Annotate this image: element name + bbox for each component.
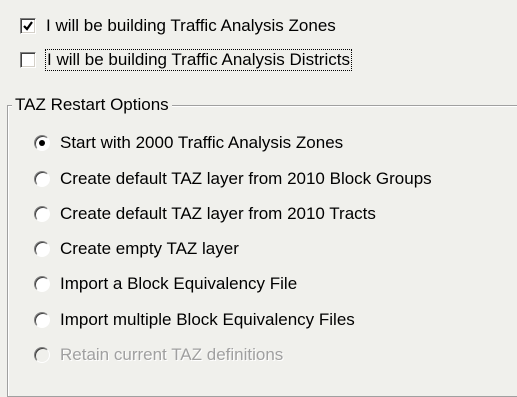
radio-button[interactable] <box>34 241 50 257</box>
build-districts-label: I will be building Traffic Analysis Dist… <box>45 49 352 71</box>
radio-import-block-equivalency[interactable]: Import a Block Equivalency File <box>34 273 297 295</box>
build-districts-checkbox-row[interactable]: I will be building Traffic Analysis Dist… <box>20 49 352 71</box>
radio-start-2000-zones[interactable]: Start with 2000 Traffic Analysis Zones <box>34 132 343 154</box>
radio-empty-taz-layer[interactable]: Create empty TAZ layer <box>34 238 239 260</box>
radio-button-disabled <box>34 347 50 363</box>
radio-default-2010-tracts[interactable]: Create default TAZ layer from 2010 Tract… <box>34 203 376 225</box>
radio-label: Import multiple Block Equivalency Files <box>60 310 355 329</box>
taz-restart-options-title: TAZ Restart Options <box>12 94 172 116</box>
build-zones-checkbox[interactable] <box>20 18 36 34</box>
radio-label: Create empty TAZ layer <box>60 239 239 258</box>
build-zones-label: I will be building Traffic Analysis Zone… <box>46 16 336 35</box>
build-zones-checkbox-row[interactable]: I will be building Traffic Analysis Zone… <box>20 15 336 37</box>
radio-selected-dot <box>39 140 45 146</box>
radio-button[interactable] <box>34 312 50 328</box>
radio-label: Create default TAZ layer from 2010 Block… <box>60 169 432 188</box>
radio-label: Start with 2000 Traffic Analysis Zones <box>60 133 344 152</box>
radio-button[interactable] <box>34 171 50 187</box>
radio-button[interactable] <box>34 206 50 222</box>
radio-label: Create default TAZ layer from 2010 Tract… <box>60 204 376 223</box>
radio-import-multiple-block-equivalency[interactable]: Import multiple Block Equivalency Files <box>34 309 355 331</box>
checkmark-icon <box>23 21 33 31</box>
radio-button[interactable] <box>34 135 50 151</box>
build-districts-checkbox[interactable] <box>20 52 36 68</box>
radio-button[interactable] <box>34 276 50 292</box>
radio-label-disabled: Retain current TAZ definitions <box>60 345 284 364</box>
radio-label: Import a Block Equivalency File <box>60 274 298 293</box>
radio-default-2010-block-groups[interactable]: Create default TAZ layer from 2010 Block… <box>34 168 432 190</box>
radio-retain-current-taz: Retain current TAZ definitions <box>34 344 283 366</box>
